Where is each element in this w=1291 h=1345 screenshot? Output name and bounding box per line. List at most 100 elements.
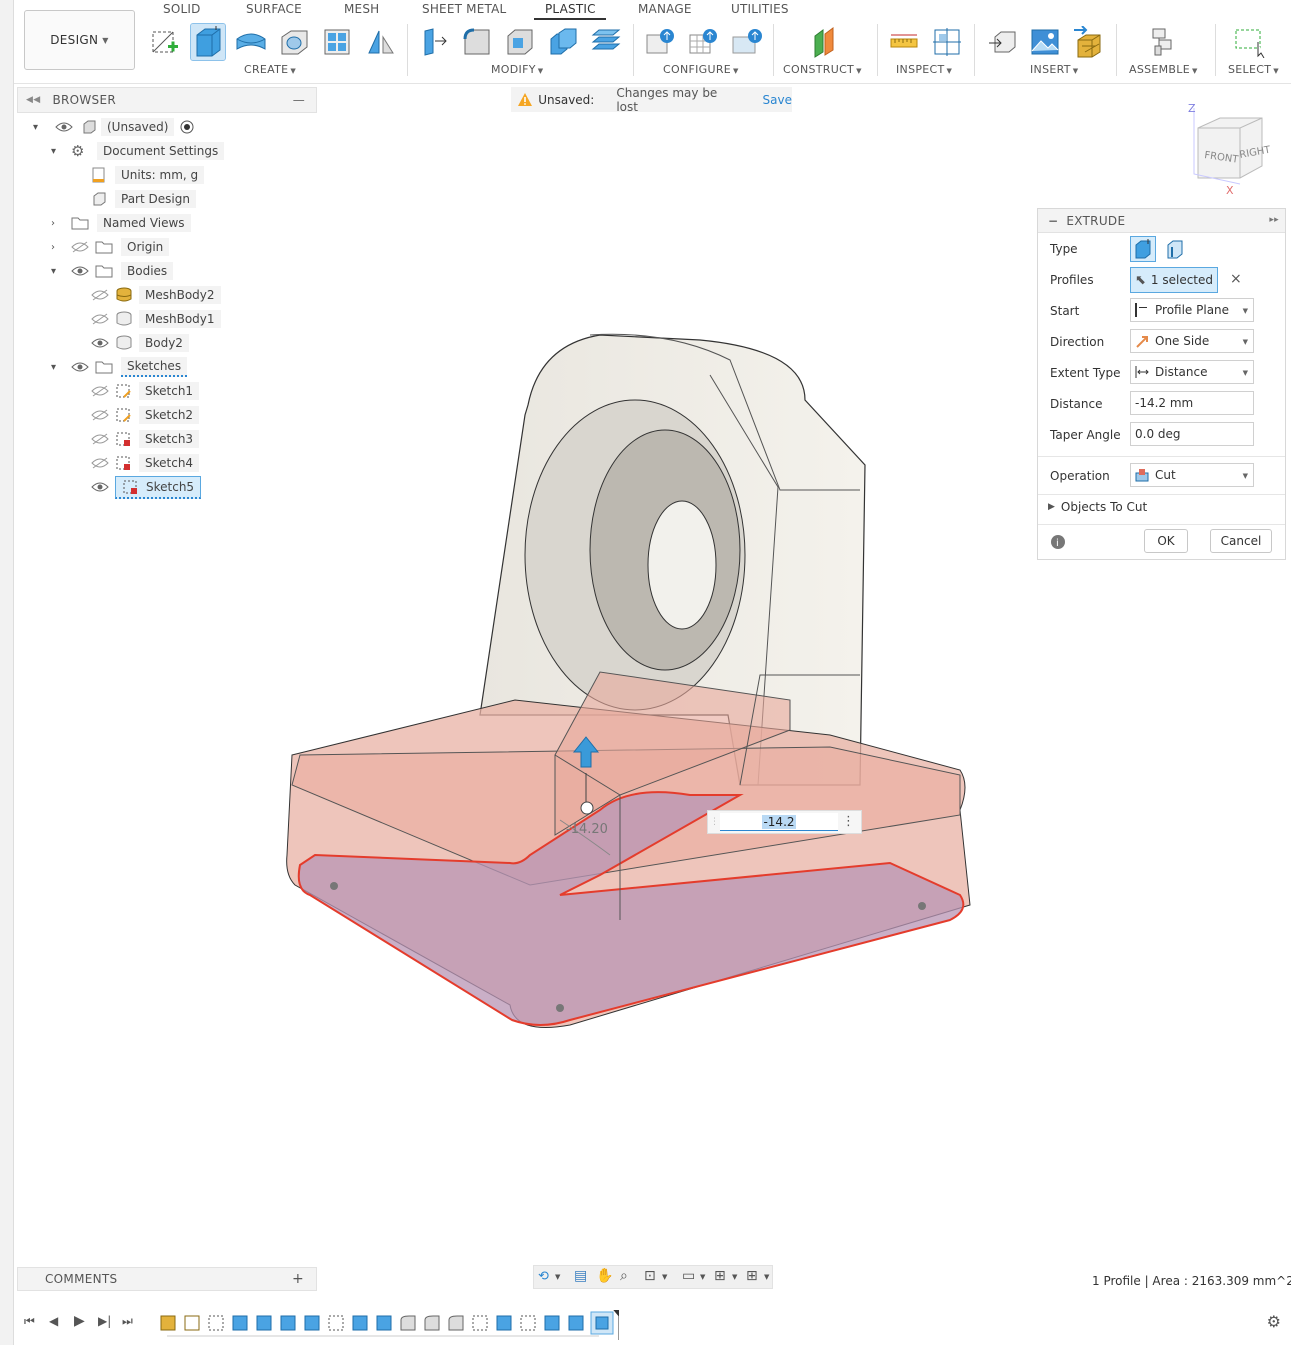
gear-icon[interactable]: ⚙ — [1267, 1312, 1281, 1331]
eye-hidden-icon[interactable] — [91, 457, 109, 469]
extent-type-select[interactable]: Distance ▼ — [1130, 360, 1254, 384]
start-select[interactable]: Profile Plane ▼ — [1130, 298, 1254, 322]
model-viewport[interactable]: -14.20 — [270, 315, 990, 1045]
timeline-features[interactable] — [159, 1310, 619, 1340]
minimize-icon[interactable]: — — [293, 93, 305, 107]
combine-icon[interactable] — [546, 24, 580, 60]
configure-menu[interactable]: CONFIGURE ▼ — [663, 63, 739, 76]
tab-manage[interactable]: MANAGE — [638, 2, 692, 16]
eye-hidden-icon[interactable] — [91, 433, 109, 445]
timeline-end-icon[interactable]: ⏭ — [122, 1314, 133, 1329]
eye-icon[interactable] — [91, 481, 109, 493]
insert-menu[interactable]: INSERT ▼ — [1030, 63, 1078, 76]
orbit-icon[interactable]: ⟲ — [538, 1269, 549, 1284]
add-comment-icon[interactable]: + — [292, 1271, 304, 1287]
configure-insert-icon[interactable] — [730, 24, 764, 60]
pattern-icon[interactable] — [320, 24, 354, 60]
chevron-down-icon[interactable]: ▾ — [51, 146, 71, 157]
tree-named-views[interactable]: › Named Views — [51, 213, 191, 233]
select-menu[interactable]: SELECT ▼ — [1228, 63, 1279, 76]
chevron-down-icon[interactable]: ▼ — [732, 1273, 737, 1281]
chevron-down-icon[interactable]: ▼ — [764, 1273, 769, 1281]
type-solid-button[interactable] — [1130, 236, 1156, 262]
tab-surface[interactable]: SURFACE — [246, 2, 302, 16]
hole-icon[interactable] — [277, 24, 311, 60]
assemble-menu[interactable]: ASSEMBLE ▼ — [1129, 63, 1198, 76]
revolve-icon[interactable] — [234, 24, 268, 60]
cancel-button[interactable]: Cancel — [1210, 529, 1272, 553]
info-icon[interactable]: i — [1050, 534, 1066, 550]
eye-hidden-icon[interactable] — [91, 409, 109, 421]
chevron-down-icon[interactable]: ▾ — [51, 266, 71, 277]
extrude-icon[interactable] — [190, 23, 226, 61]
offset-plane-icon[interactable] — [809, 24, 843, 60]
eye-icon[interactable] — [71, 265, 89, 277]
ok-button[interactable]: OK — [1144, 529, 1188, 553]
profiles-selection-button[interactable]: ⬉ 1 selected — [1130, 267, 1218, 293]
tree-origin[interactable]: › Origin — [51, 237, 170, 257]
tree-sketch-5[interactable]: Sketch5 — [91, 475, 202, 499]
mirror-icon[interactable] — [363, 24, 397, 60]
look-at-icon[interactable]: ▤ — [574, 1268, 587, 1284]
construct-menu[interactable]: CONSTRUCT ▼ — [783, 63, 862, 76]
insert-derive-icon[interactable] — [985, 24, 1019, 60]
tree-sketch-4[interactable]: Sketch4 — [91, 453, 200, 473]
eye-hidden-icon[interactable] — [91, 385, 109, 397]
tab-solid[interactable]: SOLID — [163, 2, 201, 16]
inspect-menu[interactable]: INSPECT ▼ — [896, 63, 952, 76]
chevron-down-icon[interactable]: ▼ — [555, 1273, 560, 1281]
tab-sheet-metal[interactable]: SHEET METAL — [422, 2, 506, 16]
collapse-icon[interactable]: − — [1048, 214, 1058, 228]
tree-body-body2[interactable]: Body2 — [91, 333, 189, 353]
tab-mesh[interactable]: MESH — [344, 2, 379, 16]
fit-icon[interactable]: ⊡ — [644, 1268, 656, 1284]
direction-select[interactable]: One Side ▼ — [1130, 329, 1254, 353]
insert-mesh-icon[interactable] — [1071, 24, 1105, 60]
distance-inline-value[interactable]: -14.2 — [762, 814, 796, 829]
sketch-5-selected[interactable]: Sketch5 — [115, 475, 202, 499]
objects-to-cut-section[interactable]: ▶ Objects To Cut — [1048, 500, 1147, 514]
eye-icon[interactable] — [71, 361, 89, 373]
tree-units[interactable]: Units: mm, g — [91, 165, 205, 185]
tree-body-meshbody1[interactable]: MeshBody1 — [91, 309, 221, 329]
fillet-icon[interactable] — [460, 24, 494, 60]
clear-selection-icon[interactable]: × — [1230, 271, 1242, 287]
chevron-right-icon[interactable]: › — [51, 218, 71, 229]
expand-icon[interactable]: ▸▸ — [1269, 215, 1279, 225]
select-window-icon[interactable] — [1232, 24, 1266, 60]
press-pull-icon[interactable] — [417, 24, 451, 60]
insert-canvas-icon[interactable] — [1028, 24, 1062, 60]
create-sketch-icon[interactable] — [148, 24, 182, 60]
more-options-icon[interactable]: ⋮ — [842, 814, 855, 829]
chevron-down-icon[interactable]: ▾ — [33, 122, 51, 133]
distance-handle[interactable] — [580, 801, 594, 815]
taper-angle-input[interactable]: 0.0 deg — [1130, 422, 1254, 446]
collapse-left-icon[interactable]: ◀◀ — [26, 95, 40, 105]
shell-icon[interactable] — [503, 24, 537, 60]
measure-icon[interactable] — [887, 24, 921, 60]
tree-document-settings[interactable]: ▾ ⚙ Document Settings — [51, 141, 225, 161]
display-settings-icon[interactable]: ▭ — [682, 1268, 695, 1284]
timeline-prev-icon[interactable]: ◀ — [49, 1314, 58, 1328]
chevron-down-icon[interactable]: ▼ — [700, 1273, 705, 1281]
configure-table-icon[interactable] — [644, 24, 678, 60]
grid-icon[interactable]: ⊞ — [714, 1268, 726, 1284]
create-menu[interactable]: CREATE ▼ — [244, 63, 296, 76]
tree-sketch-2[interactable]: Sketch2 — [91, 405, 200, 425]
eye-icon[interactable] — [91, 337, 109, 349]
pan-icon[interactable]: ✋ — [596, 1268, 613, 1284]
distance-inline-input[interactable]: ⋮ -14.2 ⋮ — [707, 810, 862, 834]
eye-icon[interactable] — [55, 121, 73, 133]
distance-input[interactable]: -14.2 mm — [1130, 391, 1254, 415]
section-analysis-icon[interactable] — [930, 24, 964, 60]
tree-sketch-1[interactable]: Sketch1 — [91, 381, 200, 401]
chevron-down-icon[interactable]: ▼ — [662, 1273, 667, 1281]
tree-bodies[interactable]: ▾ Bodies — [51, 261, 174, 281]
zoom-icon[interactable]: ⌕ — [620, 1268, 628, 1284]
save-link[interactable]: Save — [763, 93, 792, 107]
timeline-next-icon[interactable]: ▶| — [98, 1314, 111, 1328]
timeline-start-icon[interactable]: ⏮ — [24, 1314, 35, 1329]
view-cube[interactable]: FRONT RIGHT Z X — [1180, 100, 1280, 200]
chevron-right-icon[interactable]: › — [51, 242, 71, 253]
workspace-switcher-button[interactable]: DESIGN ▼ — [24, 10, 135, 70]
